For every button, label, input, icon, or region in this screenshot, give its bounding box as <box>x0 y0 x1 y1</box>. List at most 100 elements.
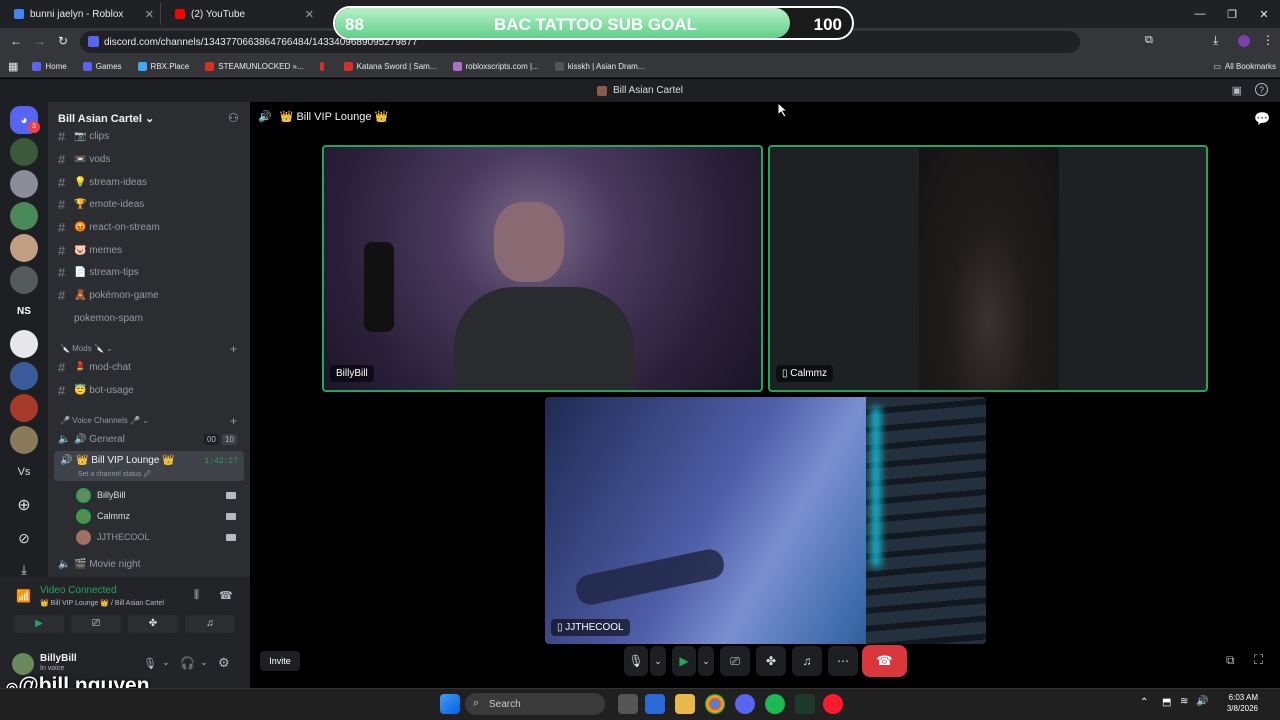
server-icon[interactable] <box>10 394 38 422</box>
server-icon[interactable] <box>10 426 38 454</box>
menu-icon[interactable]: ⋮ <box>1262 33 1274 47</box>
server-name[interactable]: Bill Asian Cartel ⌄ <box>58 112 154 125</box>
bookmark-home[interactable]: Home <box>32 62 67 71</box>
channel-status[interactable]: Set a channel status 🖉 <box>78 470 151 481</box>
noise-suppression-icon[interactable]: ⫼ <box>194 589 199 602</box>
volume-icon[interactable]: 🔊 <box>1196 696 1208 707</box>
extensions-icon[interactable]: ⧉ <box>1145 34 1153 47</box>
camera-toggle-button[interactable]: ▶ <box>672 646 696 676</box>
channel-pokemon-game[interactable]: # 🧸 pokémon-game <box>58 285 244 305</box>
pop-out-icon[interactable]: ⧉ <box>1226 653 1235 668</box>
server-icon[interactable] <box>10 266 38 294</box>
close-icon[interactable]: ✕ <box>1248 8 1280 21</box>
taskbar-store-icon[interactable] <box>645 694 665 714</box>
bookmark-games[interactable]: Games <box>82 62 122 71</box>
fullscreen-icon[interactable]: ⛶ <box>1254 652 1263 668</box>
chat-icon[interactable]: 💬 <box>1254 111 1270 127</box>
wifi-icon[interactable]: ≋ <box>1180 696 1188 707</box>
activities-button[interactable]: ✤ <box>128 615 178 633</box>
add-channel-icon[interactable]: + <box>230 414 237 428</box>
spotify-icon[interactable] <box>765 694 785 714</box>
bookmark-steamunlocked[interactable]: STEAMUNLOCKED »... <box>205 62 304 71</box>
taskbar-app-icon[interactable] <box>618 694 638 714</box>
site-info-icon[interactable] <box>88 36 99 47</box>
inbox-icon[interactable]: ▣ <box>1232 84 1242 97</box>
discord-taskbar-icon[interactable] <box>735 694 755 714</box>
channel-stream-ideas[interactable]: # 💡 stream-ideas <box>58 172 244 192</box>
close-tab-icon[interactable]: ✕ <box>305 8 314 21</box>
mute-button[interactable]: 🎙 <box>624 646 648 676</box>
windows-start-icon[interactable] <box>440 694 460 714</box>
channel-mod-chat[interactable]: # 💄 mod-chat <box>58 357 244 377</box>
video-tile-jjthecool[interactable]: ▯ JJTHECOOL <box>545 397 986 644</box>
chrome-icon[interactable] <box>705 694 725 714</box>
download-icon[interactable]: ⤓ <box>1213 33 1218 48</box>
screen-share-button[interactable]: ⎚ <box>720 646 750 676</box>
avatar[interactable] <box>12 653 34 675</box>
chevron-down-icon[interactable]: ⌄ <box>650 646 666 676</box>
disconnect-call-button[interactable]: ☎ <box>862 645 907 677</box>
server-icon-ns[interactable]: NS <box>10 298 38 326</box>
apps-icon[interactable]: ▦ <box>8 60 18 73</box>
file-explorer-icon[interactable] <box>675 694 695 714</box>
soundboard-button[interactable]: ♫ <box>185 615 235 633</box>
profile-avatar[interactable] <box>1238 35 1250 47</box>
bookmark-kisskh[interactable]: kisskh | Asian Dram... <box>554 62 644 71</box>
add-server-icon[interactable]: ⊕ <box>10 492 38 520</box>
video-tile-calmmz[interactable]: ▯ Calmmz <box>768 145 1208 392</box>
invite-people-icon[interactable]: ⚇ <box>228 111 239 125</box>
settings-gear-icon[interactable]: ⚙ <box>218 655 230 671</box>
minimize-icon[interactable]: — <box>1184 8 1216 20</box>
add-channel-icon[interactable]: + <box>230 342 237 356</box>
bookmark-unnamed[interactable] <box>319 62 328 71</box>
server-icon[interactable] <box>10 234 38 262</box>
chevron-down-icon[interactable]: ⌄ <box>162 657 170 668</box>
more-options-icon[interactable]: ⋯ <box>828 646 858 676</box>
channel-vods[interactable]: # 📼 vods <box>58 149 244 169</box>
channel-memes[interactable]: # 🐷 memes <box>58 240 244 260</box>
server-icon-vs[interactable]: Vs <box>10 458 38 486</box>
channel-react-on-stream[interactable]: # 😡 react-on-stream <box>58 217 244 237</box>
activities-button[interactable]: ✤ <box>756 646 786 676</box>
screen-share-button[interactable]: ⎚ <box>71 615 121 633</box>
camera-button[interactable]: ▶ <box>14 615 64 633</box>
voice-channel-vip-lounge[interactable]: 🔊 👑 Bill VIP Lounge 👑 1:42:27 Set a chan… <box>54 451 244 481</box>
tray-app-icon[interactable]: ⬒ <box>1162 697 1171 708</box>
voice-channel-general[interactable]: 🔈 🔊 General 00 10 <box>58 429 244 449</box>
help-icon[interactable]: ? <box>1255 83 1268 96</box>
server-icon[interactable] <box>10 202 38 230</box>
chevron-down-icon[interactable]: ⌄ <box>698 646 714 676</box>
taskbar-clock[interactable]: 6:03 AM 3/8/2026 <box>1227 692 1258 714</box>
chevron-up-icon[interactable]: ⌃ <box>1140 697 1148 708</box>
channel-clips[interactable]: # 📷 clips <box>58 126 244 146</box>
voice-location[interactable]: 👑 Bill VIP Lounge 👑 / Bill Asian Cartel <box>40 599 164 607</box>
voice-channel-movie-night[interactable]: 🔈 🎬 Movie night <box>58 554 244 574</box>
server-icon-bill[interactable] <box>10 138 38 166</box>
video-tile-billybill[interactable]: BillyBill <box>322 145 763 392</box>
back-icon[interactable]: ← <box>10 34 22 48</box>
close-tab-icon[interactable]: ✕ <box>145 8 154 21</box>
maximize-icon[interactable]: ❐ <box>1216 8 1248 21</box>
bookmark-rbxplace[interactable]: RBX.Place <box>137 62 189 71</box>
reload-icon[interactable]: ↻ <box>58 34 68 48</box>
forward-icon[interactable]: → <box>34 34 46 48</box>
channel-bot-usage[interactable]: # 😇 bot-usage <box>58 380 244 400</box>
microphone-icon[interactable]: 🎙 <box>143 657 157 670</box>
channel-pokemon-spam[interactable]: pokemon-spam <box>58 308 244 328</box>
channel-emote-ideas[interactable]: # 🏆 emote-ideas <box>58 194 244 214</box>
explore-icon[interactable]: ⊘ <box>10 524 38 552</box>
disconnect-icon[interactable]: ☎ <box>219 589 233 602</box>
browser-tab-youtube[interactable]: (2) YouTube ✕ <box>160 3 320 25</box>
browser-tab-roblox[interactable]: bunni jaelyn - Roblox ✕ <box>0 3 160 25</box>
category-mods[interactable]: 🔪 Mods 🔪 ⌄ <box>60 344 113 353</box>
server-icon[interactable] <box>10 330 38 358</box>
server-icon[interactable] <box>10 362 38 390</box>
soundboard-button[interactable]: ♫ <box>792 646 822 676</box>
headphones-icon[interactable]: 🎧 <box>180 656 195 670</box>
opera-icon[interactable] <box>823 694 843 714</box>
voice-member-jjthecool[interactable]: JJTHECOOL <box>76 527 236 547</box>
voice-member-calmmz[interactable]: Calmmz <box>76 506 236 526</box>
invite-button[interactable]: Invite <box>260 651 300 671</box>
server-icon[interactable] <box>10 170 38 198</box>
taskbar-search[interactable]: ⌕ Search <box>465 693 605 715</box>
